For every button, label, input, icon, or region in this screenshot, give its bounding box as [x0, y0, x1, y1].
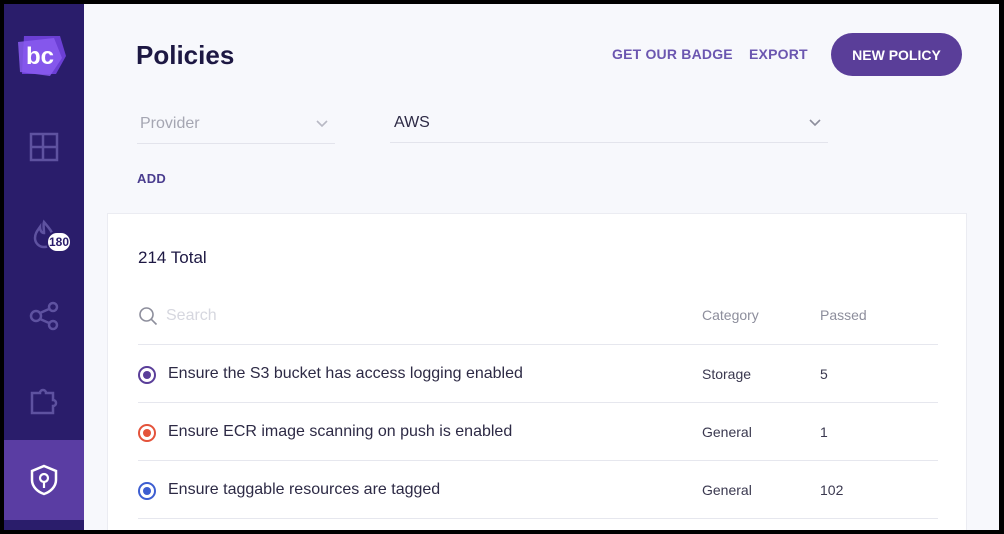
policy-passed-count: 5 [820, 366, 828, 382]
export-link[interactable]: EXPORT [749, 46, 808, 62]
policy-title: Ensure the S3 bucket has access logging … [168, 365, 523, 382]
logo[interactable]: bc [16, 32, 68, 78]
sidebar-item-dashboard[interactable] [4, 107, 84, 187]
severity-indicator [138, 366, 156, 384]
policy-category: General [702, 482, 752, 498]
page-title: Policies [136, 40, 235, 70]
severity-indicator [138, 424, 156, 442]
search-icon [139, 307, 158, 326]
new-policy-button[interactable]: NEW POLICY [831, 33, 962, 76]
dashboard-grid-icon [29, 132, 59, 162]
column-header-passed[interactable]: Passed [820, 307, 867, 323]
policy-title: Ensure taggable resources are tagged [168, 481, 441, 498]
sidebar-item-policies[interactable] [4, 440, 84, 520]
shield-key-icon [30, 464, 58, 496]
add-filter-link[interactable]: ADD [137, 171, 166, 186]
sidebar-item-incidents[interactable]: 180 [4, 195, 84, 275]
app-window: bc 180 Policies GET OUR BADGE EXPORT NEW… [4, 4, 999, 530]
table-row[interactable]: Ensure the S3 bucket has access logging … [138, 345, 938, 403]
table-row[interactable]: Ensure ECR image scanning on push is ena… [138, 403, 938, 461]
policy-category: Storage [702, 366, 752, 382]
puzzle-icon [30, 388, 58, 415]
bridgecrew-logo-icon: bc [18, 36, 66, 76]
policy-passed-count: 102 [820, 482, 844, 498]
policy-category: General [702, 424, 752, 440]
share-nodes-icon [29, 301, 59, 331]
sidebar-item-integrations[interactable] [4, 276, 84, 356]
policy-passed-count: 1 [820, 424, 828, 440]
incidents-count-badge: 180 [46, 231, 72, 253]
table-header: Category Passed [138, 299, 938, 345]
provider-select-value: AWS [394, 113, 430, 131]
column-header-category[interactable]: Category [702, 307, 759, 323]
provider-select-placeholder: Provider [140, 114, 200, 132]
search-input[interactable] [166, 304, 466, 328]
table-row[interactable]: Ensure taggable resources are tagged Gen… [138, 461, 938, 519]
policies-card: 214 Total Category Passed Ensure the S3 … [107, 213, 967, 530]
sidebar: bc 180 [4, 4, 84, 530]
provider-select[interactable]: Provider [137, 104, 335, 144]
chevron-down-icon [809, 118, 821, 126]
provider-value-select[interactable]: AWS [390, 103, 828, 143]
severity-indicator [138, 482, 156, 500]
policies-total: 214 Total [138, 248, 207, 267]
chevron-down-icon [316, 119, 328, 127]
logo-text: bc [26, 43, 54, 70]
get-our-badge-link[interactable]: GET OUR BADGE [612, 46, 733, 62]
policy-title: Ensure ECR image scanning on push is ena… [168, 423, 513, 440]
sidebar-item-extensions[interactable] [4, 360, 84, 440]
